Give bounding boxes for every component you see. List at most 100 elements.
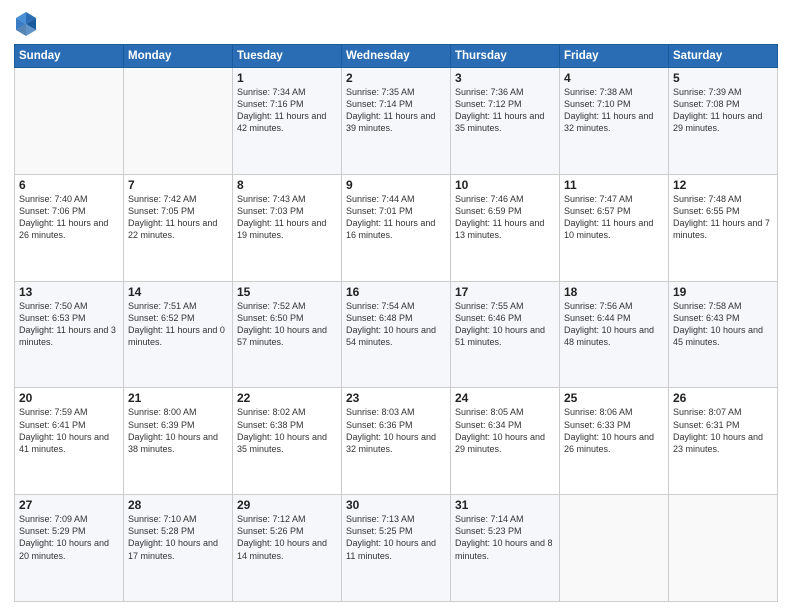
calendar-cell: 29Sunrise: 7:12 AM Sunset: 5:26 PM Dayli… (233, 495, 342, 602)
calendar-week-1: 1Sunrise: 7:34 AM Sunset: 7:16 PM Daylig… (15, 68, 778, 175)
weekday-friday: Friday (560, 45, 669, 68)
calendar-week-4: 20Sunrise: 7:59 AM Sunset: 6:41 PM Dayli… (15, 388, 778, 495)
day-number: 4 (564, 71, 664, 85)
calendar-cell: 18Sunrise: 7:56 AM Sunset: 6:44 PM Dayli… (560, 281, 669, 388)
calendar-cell: 20Sunrise: 7:59 AM Sunset: 6:41 PM Dayli… (15, 388, 124, 495)
day-detail: Sunrise: 7:38 AM Sunset: 7:10 PM Dayligh… (564, 86, 664, 135)
day-detail: Sunrise: 7:43 AM Sunset: 7:03 PM Dayligh… (237, 193, 337, 242)
logo (14, 10, 41, 38)
day-detail: Sunrise: 8:06 AM Sunset: 6:33 PM Dayligh… (564, 406, 664, 455)
day-number: 15 (237, 285, 337, 299)
day-detail: Sunrise: 7:52 AM Sunset: 6:50 PM Dayligh… (237, 300, 337, 349)
day-detail: Sunrise: 8:05 AM Sunset: 6:34 PM Dayligh… (455, 406, 555, 455)
day-number: 23 (346, 391, 446, 405)
day-number: 9 (346, 178, 446, 192)
calendar-cell (560, 495, 669, 602)
day-detail: Sunrise: 7:44 AM Sunset: 7:01 PM Dayligh… (346, 193, 446, 242)
day-number: 27 (19, 498, 119, 512)
day-detail: Sunrise: 7:10 AM Sunset: 5:28 PM Dayligh… (128, 513, 228, 562)
day-detail: Sunrise: 7:56 AM Sunset: 6:44 PM Dayligh… (564, 300, 664, 349)
calendar-cell: 10Sunrise: 7:46 AM Sunset: 6:59 PM Dayli… (451, 174, 560, 281)
day-number: 8 (237, 178, 337, 192)
day-number: 21 (128, 391, 228, 405)
calendar-cell: 3Sunrise: 7:36 AM Sunset: 7:12 PM Daylig… (451, 68, 560, 175)
calendar-cell: 4Sunrise: 7:38 AM Sunset: 7:10 PM Daylig… (560, 68, 669, 175)
day-number: 7 (128, 178, 228, 192)
day-detail: Sunrise: 7:50 AM Sunset: 6:53 PM Dayligh… (19, 300, 119, 349)
day-number: 20 (19, 391, 119, 405)
day-number: 12 (673, 178, 773, 192)
calendar-cell: 6Sunrise: 7:40 AM Sunset: 7:06 PM Daylig… (15, 174, 124, 281)
calendar-cell: 2Sunrise: 7:35 AM Sunset: 7:14 PM Daylig… (342, 68, 451, 175)
calendar-cell: 11Sunrise: 7:47 AM Sunset: 6:57 PM Dayli… (560, 174, 669, 281)
day-detail: Sunrise: 7:40 AM Sunset: 7:06 PM Dayligh… (19, 193, 119, 242)
calendar-cell: 13Sunrise: 7:50 AM Sunset: 6:53 PM Dayli… (15, 281, 124, 388)
day-number: 26 (673, 391, 773, 405)
weekday-monday: Monday (124, 45, 233, 68)
calendar-cell: 26Sunrise: 8:07 AM Sunset: 6:31 PM Dayli… (669, 388, 778, 495)
day-detail: Sunrise: 7:51 AM Sunset: 6:52 PM Dayligh… (128, 300, 228, 349)
day-detail: Sunrise: 7:39 AM Sunset: 7:08 PM Dayligh… (673, 86, 773, 135)
day-number: 29 (237, 498, 337, 512)
calendar-cell: 30Sunrise: 7:13 AM Sunset: 5:25 PM Dayli… (342, 495, 451, 602)
calendar-week-2: 6Sunrise: 7:40 AM Sunset: 7:06 PM Daylig… (15, 174, 778, 281)
calendar-cell: 7Sunrise: 7:42 AM Sunset: 7:05 PM Daylig… (124, 174, 233, 281)
calendar-cell: 17Sunrise: 7:55 AM Sunset: 6:46 PM Dayli… (451, 281, 560, 388)
day-detail: Sunrise: 7:13 AM Sunset: 5:25 PM Dayligh… (346, 513, 446, 562)
calendar-cell (669, 495, 778, 602)
day-detail: Sunrise: 7:46 AM Sunset: 6:59 PM Dayligh… (455, 193, 555, 242)
calendar-cell: 21Sunrise: 8:00 AM Sunset: 6:39 PM Dayli… (124, 388, 233, 495)
day-detail: Sunrise: 7:36 AM Sunset: 7:12 PM Dayligh… (455, 86, 555, 135)
calendar-cell: 15Sunrise: 7:52 AM Sunset: 6:50 PM Dayli… (233, 281, 342, 388)
day-number: 16 (346, 285, 446, 299)
calendar-cell: 19Sunrise: 7:58 AM Sunset: 6:43 PM Dayli… (669, 281, 778, 388)
day-detail: Sunrise: 8:02 AM Sunset: 6:38 PM Dayligh… (237, 406, 337, 455)
day-number: 19 (673, 285, 773, 299)
day-number: 24 (455, 391, 555, 405)
day-number: 1 (237, 71, 337, 85)
day-detail: Sunrise: 8:00 AM Sunset: 6:39 PM Dayligh… (128, 406, 228, 455)
day-detail: Sunrise: 7:55 AM Sunset: 6:46 PM Dayligh… (455, 300, 555, 349)
weekday-sunday: Sunday (15, 45, 124, 68)
calendar-cell: 14Sunrise: 7:51 AM Sunset: 6:52 PM Dayli… (124, 281, 233, 388)
logo-icon (14, 10, 38, 38)
calendar-cell: 31Sunrise: 7:14 AM Sunset: 5:23 PM Dayli… (451, 495, 560, 602)
calendar-cell: 25Sunrise: 8:06 AM Sunset: 6:33 PM Dayli… (560, 388, 669, 495)
day-number: 18 (564, 285, 664, 299)
calendar-cell (124, 68, 233, 175)
day-detail: Sunrise: 7:34 AM Sunset: 7:16 PM Dayligh… (237, 86, 337, 135)
calendar-cell: 1Sunrise: 7:34 AM Sunset: 7:16 PM Daylig… (233, 68, 342, 175)
day-detail: Sunrise: 7:47 AM Sunset: 6:57 PM Dayligh… (564, 193, 664, 242)
day-number: 14 (128, 285, 228, 299)
calendar-cell: 9Sunrise: 7:44 AM Sunset: 7:01 PM Daylig… (342, 174, 451, 281)
day-number: 22 (237, 391, 337, 405)
calendar-cell: 27Sunrise: 7:09 AM Sunset: 5:29 PM Dayli… (15, 495, 124, 602)
calendar-week-3: 13Sunrise: 7:50 AM Sunset: 6:53 PM Dayli… (15, 281, 778, 388)
day-detail: Sunrise: 7:14 AM Sunset: 5:23 PM Dayligh… (455, 513, 555, 562)
calendar-cell: 24Sunrise: 8:05 AM Sunset: 6:34 PM Dayli… (451, 388, 560, 495)
day-detail: Sunrise: 7:48 AM Sunset: 6:55 PM Dayligh… (673, 193, 773, 242)
calendar-cell: 16Sunrise: 7:54 AM Sunset: 6:48 PM Dayli… (342, 281, 451, 388)
day-detail: Sunrise: 8:03 AM Sunset: 6:36 PM Dayligh… (346, 406, 446, 455)
calendar-header: SundayMondayTuesdayWednesdayThursdayFrid… (15, 45, 778, 68)
day-detail: Sunrise: 7:35 AM Sunset: 7:14 PM Dayligh… (346, 86, 446, 135)
calendar-cell: 22Sunrise: 8:02 AM Sunset: 6:38 PM Dayli… (233, 388, 342, 495)
day-number: 30 (346, 498, 446, 512)
calendar-cell: 23Sunrise: 8:03 AM Sunset: 6:36 PM Dayli… (342, 388, 451, 495)
weekday-saturday: Saturday (669, 45, 778, 68)
day-number: 3 (455, 71, 555, 85)
day-number: 5 (673, 71, 773, 85)
weekday-thursday: Thursday (451, 45, 560, 68)
day-number: 28 (128, 498, 228, 512)
day-number: 31 (455, 498, 555, 512)
day-detail: Sunrise: 8:07 AM Sunset: 6:31 PM Dayligh… (673, 406, 773, 455)
day-number: 13 (19, 285, 119, 299)
day-detail: Sunrise: 7:54 AM Sunset: 6:48 PM Dayligh… (346, 300, 446, 349)
calendar-table: SundayMondayTuesdayWednesdayThursdayFrid… (14, 44, 778, 602)
day-number: 17 (455, 285, 555, 299)
calendar-cell: 5Sunrise: 7:39 AM Sunset: 7:08 PM Daylig… (669, 68, 778, 175)
weekday-wednesday: Wednesday (342, 45, 451, 68)
day-number: 10 (455, 178, 555, 192)
weekday-tuesday: Tuesday (233, 45, 342, 68)
day-detail: Sunrise: 7:59 AM Sunset: 6:41 PM Dayligh… (19, 406, 119, 455)
